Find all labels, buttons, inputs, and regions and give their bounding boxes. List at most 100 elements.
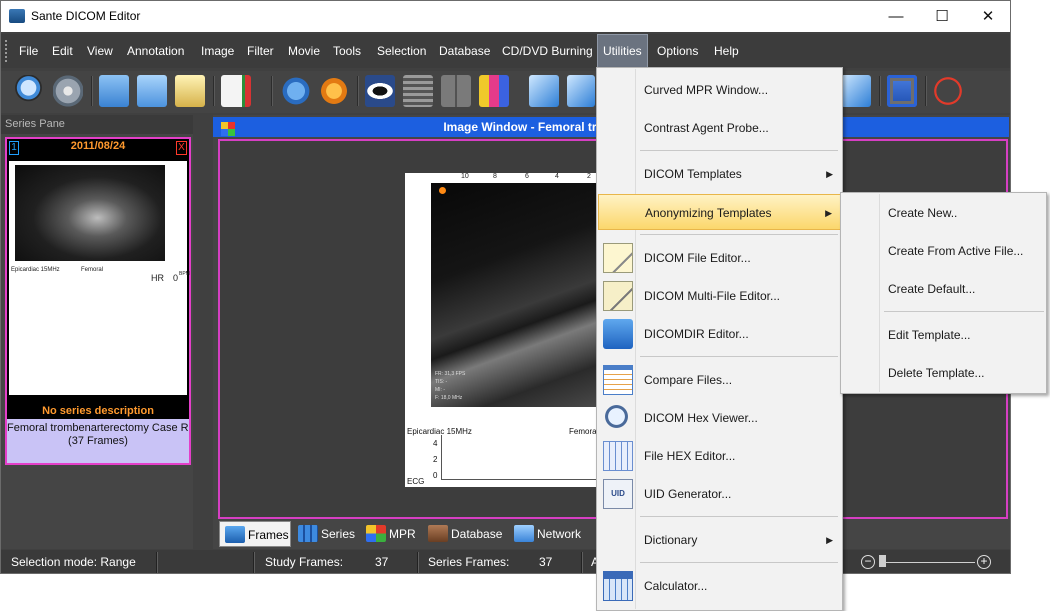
series-caption-title: Femoral trombenarterectomy Case Report: [7, 422, 189, 434]
ecg-scale-2: 2: [433, 455, 438, 464]
cd-open-icon[interactable]: [53, 75, 83, 107]
series-date: 2011/08/24: [70, 140, 126, 152]
menu-item-contrast-agent-probe[interactable]: Contrast Agent Probe...: [598, 110, 841, 146]
submenu-item-create-from-active-file[interactable]: Create From Active File...: [842, 233, 1045, 269]
menu-movie[interactable]: Movie: [286, 34, 322, 68]
menu-file[interactable]: File: [17, 34, 40, 68]
menu-item-calculator[interactable]: Calculator...: [598, 568, 841, 604]
unlink-icon[interactable]: [319, 75, 349, 107]
menu-help[interactable]: Help: [712, 34, 741, 68]
layout-grid-icon[interactable]: [441, 75, 471, 107]
title-bar: Sante DICOM Editor — ☐ ✕: [1, 1, 1010, 32]
open-files-icon[interactable]: [99, 75, 129, 107]
tab-database[interactable]: Database: [423, 521, 507, 547]
menu-item-dicom-file-editor[interactable]: DICOM File Editor...: [598, 240, 841, 276]
multi-file-editor-icon: [603, 281, 633, 311]
submenu-item-delete-template[interactable]: Delete Template...: [842, 355, 1045, 391]
menu-edit[interactable]: Edit: [50, 34, 75, 68]
menu-item-dicomdir-editor[interactable]: DICOMDIR Editor...: [598, 316, 841, 352]
submenu-item-create-default[interactable]: Create Default...: [842, 271, 1045, 307]
status-bar: Selection mode: Range Study Frames: 37 S…: [1, 550, 1010, 573]
tab-series-label: Series: [321, 527, 356, 541]
tick-label: 8: [493, 173, 497, 180]
series-pane: Series Pane 1 2011/08/24 X Epicardiac 15…: [1, 115, 193, 549]
link-icon[interactable]: [281, 75, 311, 107]
tab-network-label: Network: [537, 527, 582, 541]
menu-item-dicom-multi-file-editor[interactable]: DICOM Multi-File Editor...: [598, 278, 841, 314]
tick-label: 2: [587, 173, 591, 180]
menu-separator: [640, 562, 838, 563]
toolbar-separator: [925, 76, 927, 106]
color-palette-icon[interactable]: [479, 75, 509, 107]
preview-hr-label: HR: [151, 273, 164, 283]
menu-selection[interactable]: Selection: [375, 34, 428, 68]
anonymizing-templates-submenu: Create New.. Create From Active File... …: [840, 192, 1047, 394]
menubar-grip[interactable]: [5, 40, 8, 62]
tab-series[interactable]: Series: [293, 521, 357, 547]
zoom-plus-icon[interactable]: +: [977, 555, 991, 569]
zoom-out-icon[interactable]: [841, 75, 871, 107]
tab-network[interactable]: Network: [509, 521, 593, 547]
roi-ellipse-icon[interactable]: [933, 75, 963, 107]
menu-item-curved-mpr[interactable]: Curved MPR Window...: [598, 72, 841, 108]
window-title: Sante DICOM Editor: [31, 9, 141, 23]
open-series-icon[interactable]: [137, 75, 167, 107]
status-separator: [156, 552, 158, 573]
menu-item-compare-files[interactable]: Compare Files...: [598, 362, 841, 398]
menu-utilities[interactable]: Utilities: [597, 34, 648, 68]
menu-annotation[interactable]: Annotation: [125, 34, 186, 68]
menu-options[interactable]: Options: [655, 34, 700, 68]
uid-generator-icon: UID: [603, 479, 633, 509]
fit-window-icon[interactable]: [529, 75, 559, 107]
submenu-item-edit-template[interactable]: Edit Template...: [842, 317, 1045, 353]
tab-frames[interactable]: Frames: [219, 521, 291, 547]
submenu-item-label: Edit Template...: [888, 328, 971, 342]
calculator-icon: [603, 571, 633, 601]
zoom-minus-icon[interactable]: −: [861, 555, 875, 569]
menu-item-anonymizing-templates[interactable]: Anonymizing Templates ▶: [598, 194, 841, 230]
submenu-item-label: Delete Template...: [888, 366, 985, 380]
toolbar: [1, 71, 1010, 113]
menu-item-label: Calculator...: [644, 579, 708, 593]
stack-icon[interactable]: [403, 75, 433, 107]
menu-view[interactable]: View: [85, 34, 115, 68]
series-thumbnail[interactable]: 1 2011/08/24 X Epicardiac 15MHz Femoral …: [5, 137, 191, 465]
submenu-item-create-new[interactable]: Create New..: [842, 195, 1045, 231]
open-dicomdir-icon[interactable]: [175, 75, 205, 107]
dicom-image[interactable]: 10 8 6 4 2 FR: 31,3 FPS TIS: - MI: - F: …: [405, 173, 600, 487]
menu-item-dictionary[interactable]: Dictionary ▶: [598, 522, 841, 558]
close-button[interactable]: ✕: [965, 1, 1010, 32]
file-editor-icon: [603, 243, 633, 273]
zoom-slider[interactable]: [883, 562, 975, 563]
menu-item-uid-generator[interactable]: UID UID Generator...: [598, 476, 841, 512]
study-label: Femora: [569, 427, 597, 436]
menu-item-dicom-templates[interactable]: DICOM Templates ▶: [598, 156, 841, 192]
menu-filter[interactable]: Filter: [245, 34, 276, 68]
menu-database[interactable]: Database: [437, 34, 492, 68]
roi-rectangle-icon[interactable]: [887, 75, 917, 107]
maximize-button[interactable]: ☐: [919, 1, 965, 32]
menu-image[interactable]: Image: [199, 34, 236, 68]
image-window-icon: [221, 122, 235, 136]
menu-item-dicom-hex-viewer[interactable]: DICOM Hex Viewer...: [598, 400, 841, 436]
close-series-button[interactable]: X: [176, 141, 187, 155]
menu-item-file-hex-editor[interactable]: File HEX Editor...: [598, 438, 841, 474]
zoom-search-icon[interactable]: [15, 75, 45, 107]
menu-tools[interactable]: Tools: [331, 34, 363, 68]
expand-icon[interactable]: [567, 75, 595, 107]
info-tis: TIS: -: [435, 379, 448, 385]
menu-item-label: Curved MPR Window...: [644, 83, 769, 97]
tick-label: 4: [555, 173, 559, 180]
probe-label: Epicardiac 15MHz: [407, 427, 472, 436]
zoom-slider-thumb[interactable]: [879, 555, 886, 567]
tab-mpr[interactable]: MPR: [361, 521, 417, 547]
document-icon[interactable]: [221, 75, 251, 107]
series-caption-frames: (37 Frames): [68, 435, 128, 447]
series-preview-image: Epicardiac 15MHz Femoral HR 0 BPM: [9, 161, 190, 395]
minimize-button[interactable]: —: [873, 1, 919, 32]
info-frame-rate: FR: 31,3 FPS: [435, 371, 466, 377]
menu-item-label: DICOM File Editor...: [644, 251, 751, 265]
menu-cd-dvd-burning[interactable]: CD/DVD Burning: [500, 34, 595, 68]
ultrasound-preview: [15, 165, 165, 261]
eye-icon[interactable]: [365, 75, 395, 107]
